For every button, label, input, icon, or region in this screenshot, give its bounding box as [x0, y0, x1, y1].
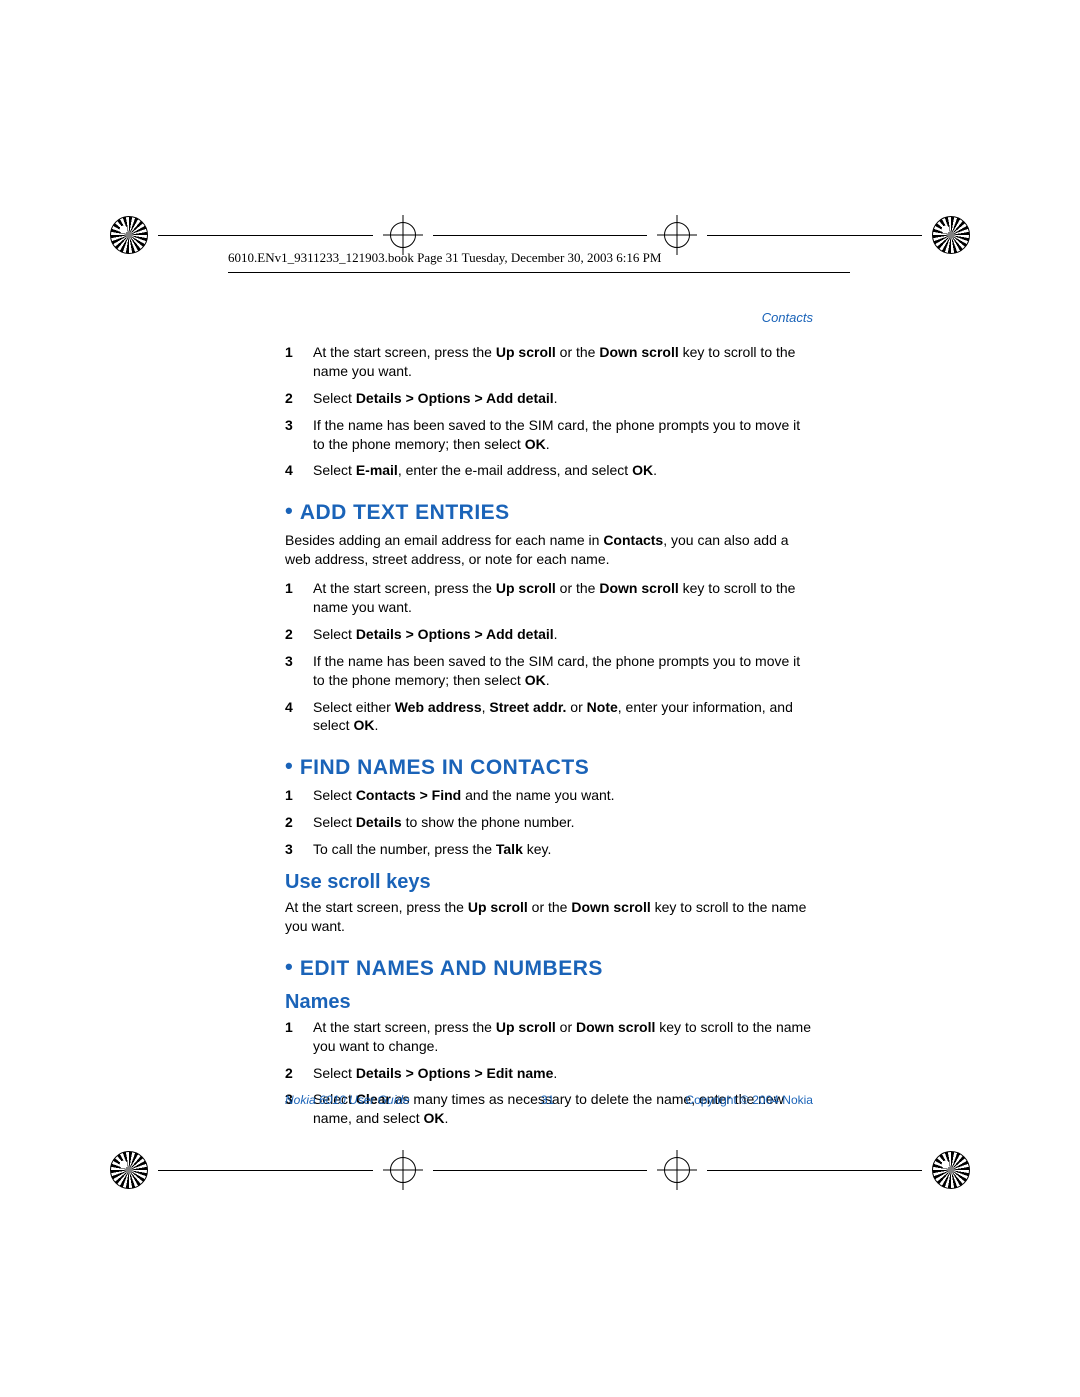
- step-number: 4: [285, 698, 313, 736]
- intro-steps: 1At the start screen, press the Up scrol…: [285, 343, 813, 480]
- step-item: 2Select Details > Options > Add detail.: [285, 389, 813, 408]
- page-content: Contacts 1At the start screen, press the…: [285, 310, 813, 1140]
- section-steps: 1At the start screen, press the Up scrol…: [285, 1018, 813, 1128]
- step-item: 2Select Details to show the phone number…: [285, 813, 813, 832]
- crop-line: [707, 1170, 922, 1171]
- step-number: 1: [285, 786, 313, 805]
- registration-cross-icon: [383, 215, 423, 255]
- step-text: Select Contacts > Find and the name you …: [313, 786, 813, 805]
- step-text: Select Details > Options > Edit name.: [313, 1064, 813, 1083]
- crop-line: [707, 235, 922, 236]
- section-heading: EDIT NAMES AND NUMBERS: [285, 954, 813, 981]
- step-number: 2: [285, 625, 313, 644]
- step-number: 4: [285, 461, 313, 480]
- step-text: Select E-mail, enter the e-mail address,…: [313, 461, 813, 480]
- footer-guide: Nokia 6010 User Guide: [285, 1093, 410, 1107]
- subsection-heading: Use scroll keys: [285, 871, 813, 894]
- step-item: 2Select Details > Options > Edit name.: [285, 1064, 813, 1083]
- step-number: 1: [285, 579, 313, 617]
- step-item: 3If the name has been saved to the SIM c…: [285, 416, 813, 454]
- subsection-heading: Names: [285, 991, 813, 1014]
- step-item: 1At the start screen, press the Up scrol…: [285, 1018, 813, 1056]
- step-text: Select either Web address, Street addr. …: [313, 698, 813, 736]
- crop-line: [158, 235, 373, 236]
- step-item: 3To call the number, press the Talk key.: [285, 840, 813, 859]
- section-steps: 1At the start screen, press the Up scrol…: [285, 579, 813, 735]
- step-number: 3: [285, 416, 313, 454]
- step-text: If the name has been saved to the SIM ca…: [313, 416, 813, 454]
- step-text: Select Details to show the phone number.: [313, 813, 813, 832]
- step-number: 2: [285, 813, 313, 832]
- step-number: 3: [285, 652, 313, 690]
- crop-line: [433, 235, 648, 236]
- registration-globe-icon: [110, 1151, 148, 1189]
- step-text: At the start screen, press the Up scroll…: [313, 579, 813, 617]
- step-text: Select Details > Options > Add detail.: [313, 625, 813, 644]
- step-item: 1At the start screen, press the Up scrol…: [285, 343, 813, 381]
- section-steps: 1Select Contacts > Find and the name you…: [285, 786, 813, 859]
- registration-cross-icon: [657, 215, 697, 255]
- registration-globe-icon: [932, 216, 970, 254]
- step-item: 4Select E-mail, enter the e-mail address…: [285, 461, 813, 480]
- step-number: 3: [285, 840, 313, 859]
- section-paragraph: Besides adding an email address for each…: [285, 531, 813, 569]
- subsection-paragraph: At the start screen, press the Up scroll…: [285, 898, 813, 936]
- crop-line: [433, 1170, 648, 1171]
- section-heading: ADD TEXT ENTRIES: [285, 498, 813, 525]
- step-item: 4Select either Web address, Street addr.…: [285, 698, 813, 736]
- step-text: At the start screen, press the Up scroll…: [313, 343, 813, 381]
- step-text: Select Details > Options > Add detail.: [313, 389, 813, 408]
- crop-marks-bottom: [0, 1150, 1080, 1190]
- crop-marks-top: [0, 215, 1080, 255]
- crop-line: [158, 1170, 373, 1171]
- registration-globe-icon: [932, 1151, 970, 1189]
- footer-page-number: 31: [541, 1093, 554, 1107]
- step-number: 2: [285, 1064, 313, 1083]
- step-item: 1At the start screen, press the Up scrol…: [285, 579, 813, 617]
- page-footer: Nokia 6010 User Guide 31 Copyright © 200…: [285, 1093, 813, 1107]
- footer-copyright: Copyright © 2004 Nokia: [685, 1093, 813, 1107]
- page: 6010.ENv1_9311233_121903.book Page 31 Tu…: [0, 0, 1080, 1397]
- registration-cross-icon: [383, 1150, 423, 1190]
- step-number: 1: [285, 343, 313, 381]
- step-item: 2Select Details > Options > Add detail.: [285, 625, 813, 644]
- step-number: 1: [285, 1018, 313, 1056]
- step-text: At the start screen, press the Up scroll…: [313, 1018, 813, 1056]
- step-item: 3If the name has been saved to the SIM c…: [285, 652, 813, 690]
- source-file-header: 6010.ENv1_9311233_121903.book Page 31 Tu…: [228, 250, 850, 273]
- registration-cross-icon: [657, 1150, 697, 1190]
- step-number: 2: [285, 389, 313, 408]
- registration-globe-icon: [110, 216, 148, 254]
- section-heading: FIND NAMES IN CONTACTS: [285, 753, 813, 780]
- chapter-label: Contacts: [285, 310, 813, 325]
- step-text: If the name has been saved to the SIM ca…: [313, 652, 813, 690]
- step-item: 1Select Contacts > Find and the name you…: [285, 786, 813, 805]
- step-text: To call the number, press the Talk key.: [313, 840, 813, 859]
